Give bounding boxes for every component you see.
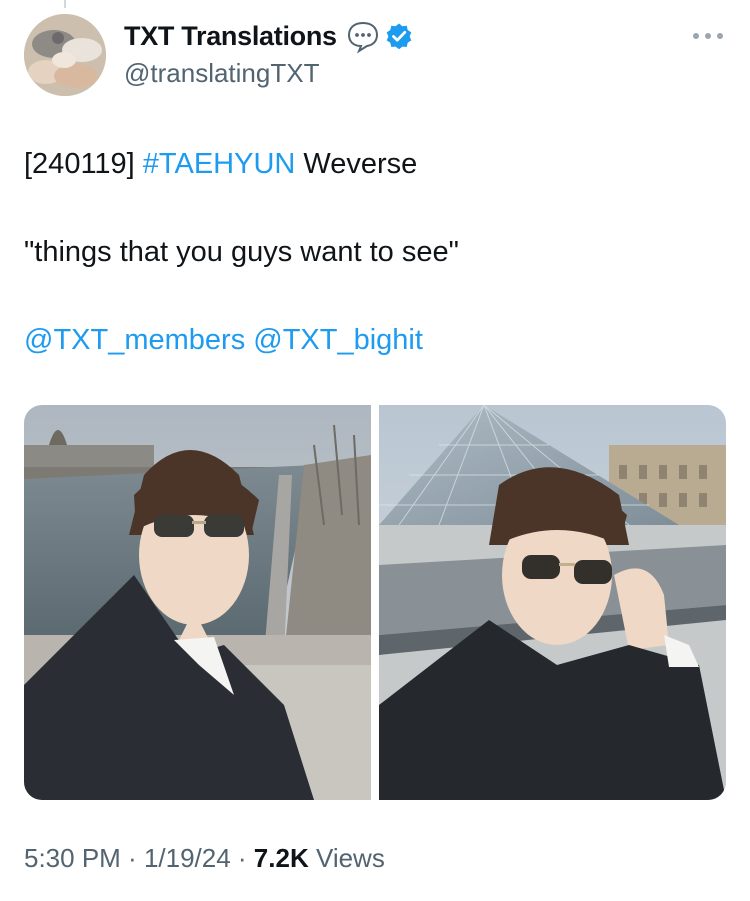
hashtag-link[interactable]: #TAEHYUN (143, 148, 296, 180)
views-label: Views (315, 843, 385, 873)
meta-separator: · (230, 843, 254, 873)
avatar[interactable] (24, 14, 106, 96)
mention-link-members[interactable]: @TXT_members (24, 324, 245, 356)
verified-badge-icon[interactable] (385, 22, 413, 50)
date-tag: [240119] (24, 148, 143, 180)
quote-text: "things that you guys want to see" (24, 236, 459, 268)
photo-1[interactable] (24, 405, 371, 800)
mention-link-bighit[interactable]: @TXT_bighit (253, 324, 423, 356)
tweet-line-1: [240119] #TAEHYUN Weverse (24, 142, 724, 186)
tweet-text: [240119] #TAEHYUN Weverse "things that y… (24, 142, 724, 362)
media-grid (24, 405, 726, 800)
tweet-date[interactable]: 1/19/24 (144, 843, 231, 873)
author-display-name[interactable]: TXT Translations (124, 21, 337, 52)
mentions-line: @TXT_members @TXT_bighit (24, 318, 724, 362)
author-name-row: TXT Translations (124, 18, 413, 54)
views-count: 7.2K (253, 843, 309, 873)
speech-bubble-icon (345, 18, 381, 54)
thread-connector-line (64, 0, 66, 8)
meta-separator: · (120, 843, 144, 873)
tweet-meta: 5:30 PM · 1/19/24 · 7.2K Views (24, 843, 385, 874)
author-handle[interactable]: @translatingTXT (124, 58, 319, 89)
source-text: Weverse (295, 148, 418, 180)
more-horizontal-icon (693, 33, 723, 39)
more-options-button[interactable] (688, 24, 728, 48)
tweet-time[interactable]: 5:30 PM (24, 843, 121, 873)
photo-2[interactable] (379, 405, 726, 800)
